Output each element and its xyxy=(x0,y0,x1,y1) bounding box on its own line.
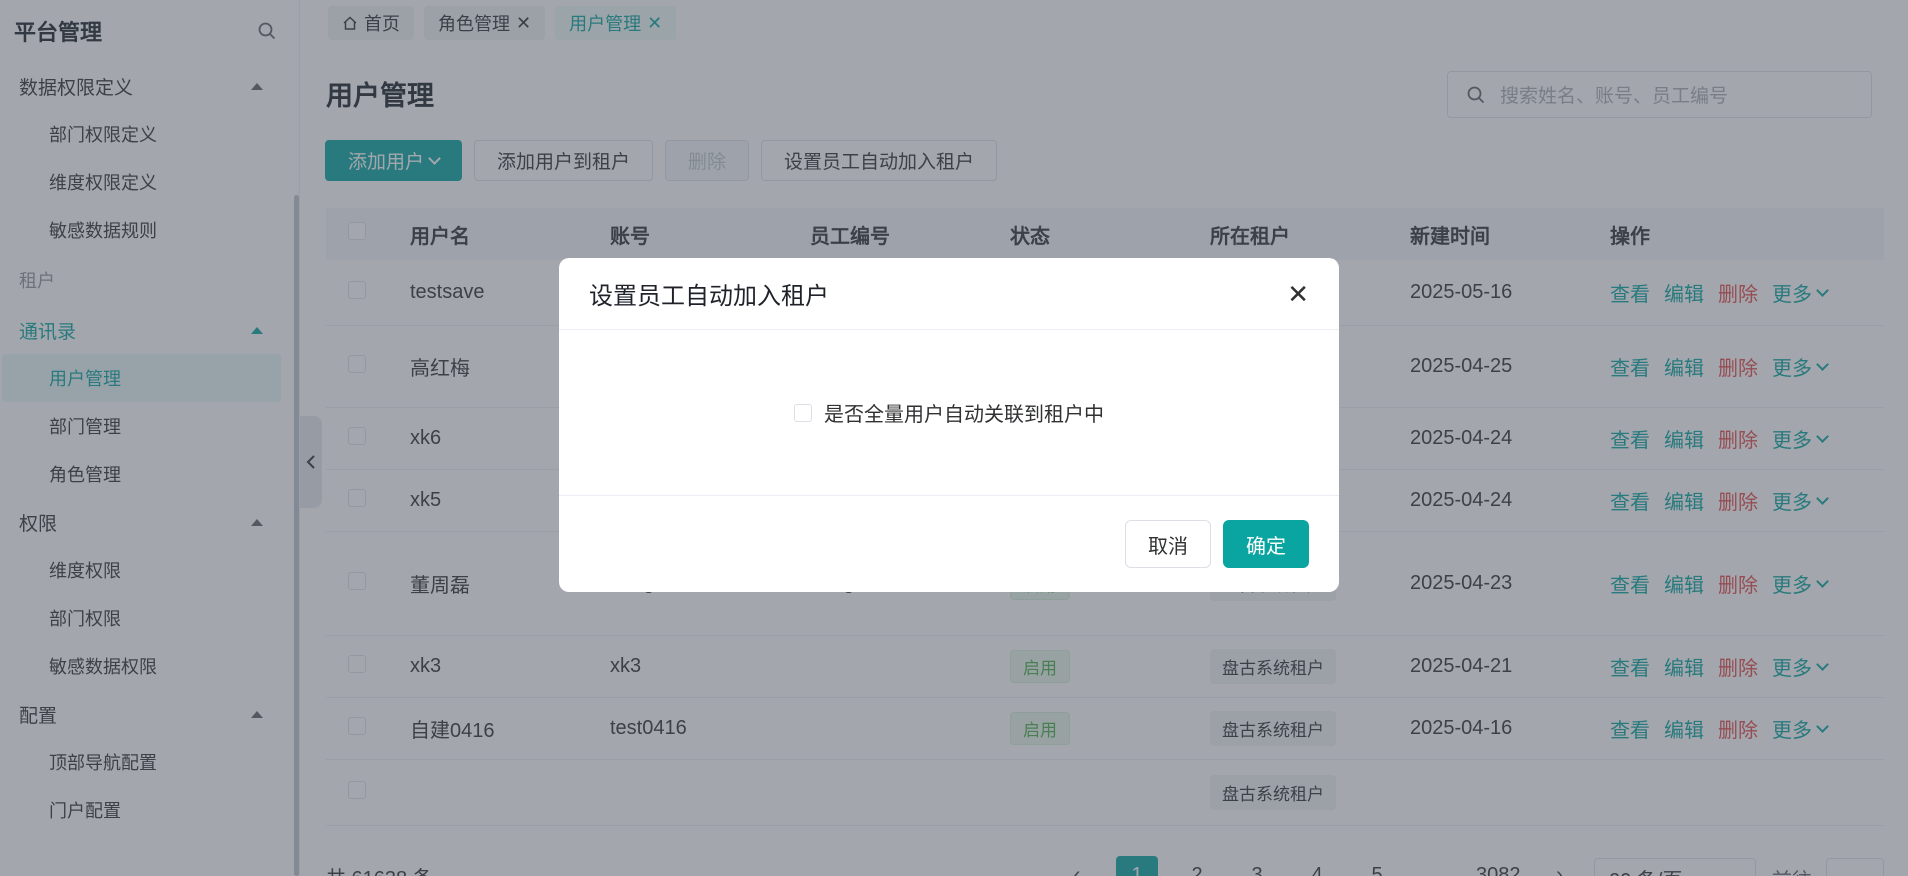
auto-join-tenant-dialog: 设置员工自动加入租户 ✕ 是否全量用户自动关联到租户中 取消 确定 xyxy=(559,258,1339,592)
cancel-button[interactable]: 取消 xyxy=(1125,520,1211,568)
dialog-header: 设置员工自动加入租户 ✕ xyxy=(559,258,1339,330)
auto-associate-all-users-checkbox[interactable] xyxy=(794,403,812,422)
confirm-button[interactable]: 确定 xyxy=(1223,520,1309,568)
dialog-body: 是否全量用户自动关联到租户中 xyxy=(559,330,1339,496)
close-icon[interactable]: ✕ xyxy=(1287,281,1309,307)
dialog-title: 设置员工自动加入租户 xyxy=(589,283,829,310)
dialog-footer: 取消 确定 xyxy=(559,496,1339,592)
checkbox-label[interactable]: 是否全量用户自动关联到租户中 xyxy=(824,398,1104,427)
